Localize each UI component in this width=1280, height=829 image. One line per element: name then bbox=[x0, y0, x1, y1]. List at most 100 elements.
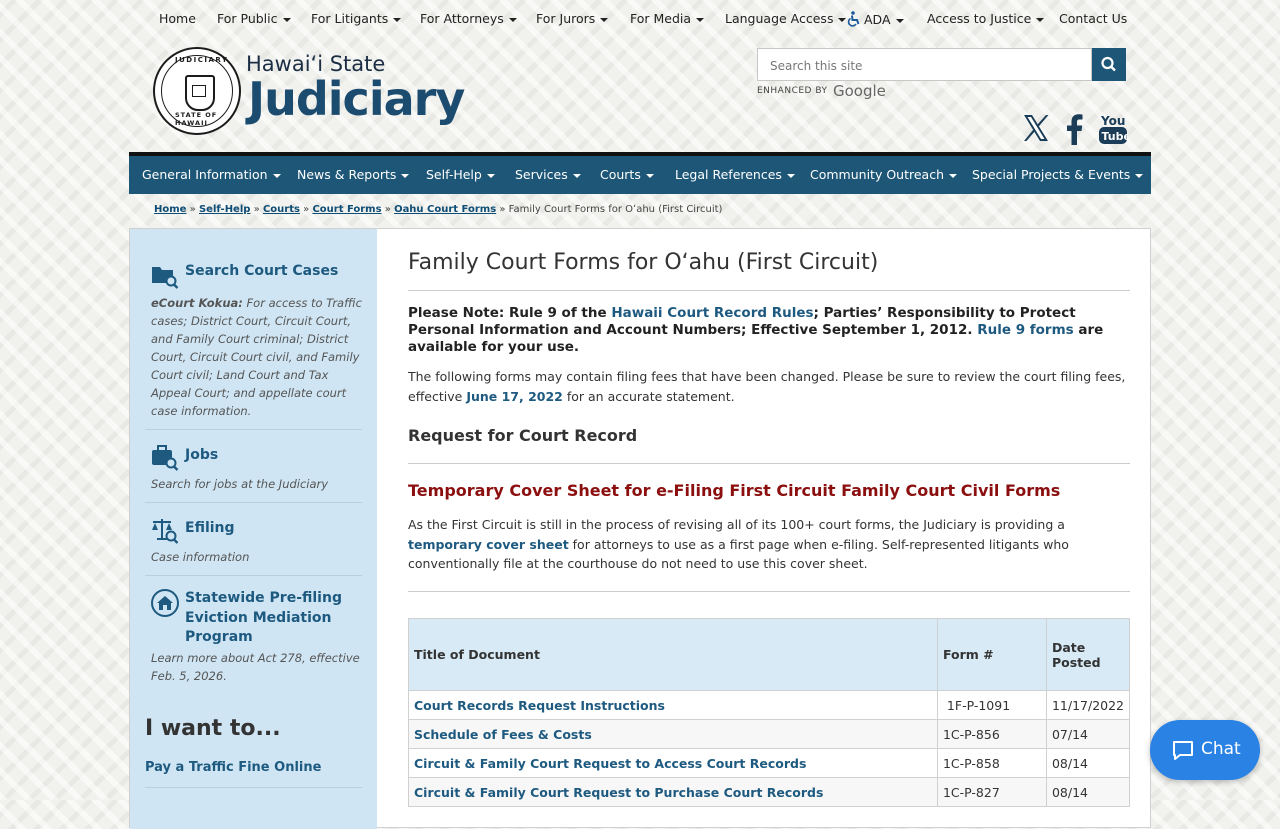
breadcrumb-oahu-court-forms[interactable]: Oahu Court Forms bbox=[394, 204, 496, 215]
mainnav-label: Services bbox=[515, 167, 568, 182]
form-number-cell: 1C-P-858 bbox=[936, 748, 1047, 778]
topnav-for-public[interactable]: For Public bbox=[217, 11, 291, 26]
breadcrumb-self-help[interactable]: Self-Help bbox=[199, 204, 250, 215]
form-number-cell: 1F-P-1091 bbox=[936, 690, 1047, 720]
breadcrumb-court-forms[interactable]: Court Forms bbox=[312, 204, 381, 215]
utility-nav: Home For Public For Litigants For Attorn… bbox=[0, 0, 1280, 37]
youtube-icon[interactable]: You Tube bbox=[1098, 113, 1131, 145]
brand-line2[interactable]: Judiciary bbox=[248, 72, 465, 126]
mainnav-label: Legal References bbox=[675, 167, 782, 182]
mainnav-self-help[interactable]: Self-Help bbox=[426, 167, 495, 182]
topnav-contact-us[interactable]: Contact Us bbox=[1059, 11, 1127, 26]
section-divider bbox=[408, 463, 1130, 464]
topnav-access-to-justice[interactable]: Access to Justice bbox=[927, 11, 1045, 26]
temporary-cover-sheet-link[interactable]: temporary cover sheet bbox=[408, 537, 569, 552]
briefcase-search-icon bbox=[152, 445, 179, 471]
topnav-ada[interactable]: ADA bbox=[846, 11, 904, 27]
main-nav: General Information News & Reports Self-… bbox=[129, 152, 1151, 194]
note-text: Please Note: Rule 9 of the bbox=[408, 305, 612, 321]
chat-button[interactable]: Chat bbox=[1150, 720, 1260, 780]
hawaii-court-record-rules-link[interactable]: Hawaii Court Record Rules bbox=[611, 305, 813, 321]
doc-link[interactable]: Schedule of Fees & Costs bbox=[414, 727, 592, 742]
topnav-label: For Media bbox=[630, 11, 692, 26]
caret-down-icon bbox=[696, 17, 705, 22]
wheelchair-icon bbox=[847, 11, 860, 27]
caret-down-icon bbox=[572, 173, 581, 178]
doc-link[interactable]: Court Records Request Instructions bbox=[414, 698, 665, 713]
june-17-2022-link[interactable]: June 17, 2022 bbox=[466, 389, 563, 404]
title-divider bbox=[408, 290, 1130, 291]
x-icon[interactable] bbox=[1021, 113, 1051, 143]
breadcrumb-home[interactable]: Home bbox=[154, 204, 186, 215]
mainnav-general-information[interactable]: General Information bbox=[142, 167, 281, 182]
sidebar-divider bbox=[145, 502, 362, 503]
scales-search-icon bbox=[152, 519, 179, 544]
seal-text-top: JUDICIARY bbox=[175, 56, 229, 64]
doc-link[interactable]: Circuit & Family Court Request to Purcha… bbox=[414, 785, 823, 800]
mainnav-label: Special Projects & Events bbox=[972, 167, 1131, 182]
mainnav-services[interactable]: Services bbox=[515, 167, 581, 182]
sidebar-desc: Search for jobs at the Judiciary bbox=[151, 477, 329, 491]
sidebar-desc: eCourt Kokua: For access to Traffic case… bbox=[151, 294, 363, 420]
facebook-icon[interactable] bbox=[1064, 113, 1084, 145]
sidebar-title: Statewide Pre-filing Eviction Mediation … bbox=[185, 590, 342, 645]
search-button[interactable] bbox=[1092, 48, 1126, 81]
judiciary-seal-logo[interactable]: JUDICIARY STATE OF HAWAII bbox=[153, 47, 241, 135]
rule9-note: Please Note: Rule 9 of the Hawaii Court … bbox=[408, 305, 1130, 356]
mainnav-community-outreach[interactable]: Community Outreach bbox=[810, 167, 957, 182]
caret-down-icon bbox=[895, 18, 904, 23]
temporary-cover-sheet-heading: Temporary Cover Sheet for e-Filing First… bbox=[408, 481, 1061, 500]
mainnav-label: Community Outreach bbox=[810, 167, 944, 182]
mainnav-label: Self-Help bbox=[426, 167, 482, 182]
para-text: As the First Circuit is still in the pro… bbox=[408, 517, 1065, 532]
topnav-for-attorneys[interactable]: For Attorneys bbox=[420, 11, 517, 26]
topnav-label: For Litigants bbox=[311, 11, 389, 26]
pay-traffic-fine-link[interactable]: Pay a Traffic Fine Online bbox=[145, 760, 321, 775]
search-input[interactable]: Search this site bbox=[757, 48, 1092, 81]
topnav-label: For Jurors bbox=[536, 11, 596, 26]
sidebar-divider bbox=[145, 429, 362, 430]
breadcrumb-sep: » bbox=[189, 204, 196, 215]
temporary-cover-sheet-text: As the First Circuit is still in the pro… bbox=[408, 515, 1130, 574]
caret-down-icon bbox=[645, 173, 654, 178]
search-icon bbox=[1101, 56, 1116, 72]
table-row: Circuit & Family Court Request to Purcha… bbox=[408, 777, 1131, 807]
topnav-label: For Attorneys bbox=[420, 11, 504, 26]
col-title-header: Title of Document bbox=[408, 618, 938, 691]
rule9-forms-link[interactable]: Rule 9 forms bbox=[977, 322, 1074, 338]
folder-search-icon bbox=[152, 267, 179, 289]
mainnav-special-projects[interactable]: Special Projects & Events bbox=[972, 167, 1144, 182]
form-number-cell: 1C-P-856 bbox=[936, 719, 1047, 749]
sidebar-desc-text: For access to Traffic cases; District Co… bbox=[151, 296, 362, 418]
caret-down-icon bbox=[486, 173, 495, 178]
breadcrumb-sep: » bbox=[303, 204, 310, 215]
breadcrumb-current: Family Court Forms for Oʻahu (First Circ… bbox=[508, 204, 723, 215]
mainnav-legal-references[interactable]: Legal References bbox=[675, 167, 795, 182]
mainnav-courts[interactable]: Courts bbox=[600, 167, 654, 182]
i-want-to-heading: I want to... bbox=[145, 716, 281, 741]
topnav-for-litigants[interactable]: For Litigants bbox=[311, 11, 402, 26]
table-row: Schedule of Fees & Costs 1C-P-856 07/14 bbox=[408, 719, 1131, 749]
seal-shield-icon bbox=[185, 75, 215, 111]
breadcrumb-sep: » bbox=[253, 204, 260, 215]
col-date-header: Date Posted bbox=[1045, 618, 1131, 691]
mainnav-label: News & Reports bbox=[297, 167, 397, 182]
mainnav-news-reports[interactable]: News & Reports bbox=[297, 167, 410, 182]
chat-bubble-icon bbox=[1173, 741, 1193, 760]
doc-title-cell: Schedule of Fees & Costs bbox=[408, 719, 938, 749]
google-logo: Google bbox=[833, 82, 886, 100]
topnav-label: Language Access bbox=[725, 11, 834, 26]
topnav-language-access[interactable]: Language Access bbox=[725, 11, 847, 26]
caret-down-icon bbox=[1036, 17, 1045, 22]
forms-table: Title of Document Form # Date Posted Cou… bbox=[408, 618, 1131, 807]
topnav-home[interactable]: Home bbox=[159, 11, 196, 26]
caret-down-icon bbox=[272, 173, 281, 178]
topnav-label: Contact Us bbox=[1059, 11, 1128, 26]
ecourt-kokua-label: eCourt Kokua: bbox=[151, 296, 243, 310]
sidebar-divider bbox=[145, 575, 362, 576]
topnav-for-media[interactable]: For Media bbox=[630, 11, 705, 26]
topnav-label: Home bbox=[159, 11, 196, 26]
breadcrumb-courts[interactable]: Courts bbox=[263, 204, 300, 215]
topnav-for-jurors[interactable]: For Jurors bbox=[536, 11, 609, 26]
doc-link[interactable]: Circuit & Family Court Request to Access… bbox=[414, 756, 806, 771]
